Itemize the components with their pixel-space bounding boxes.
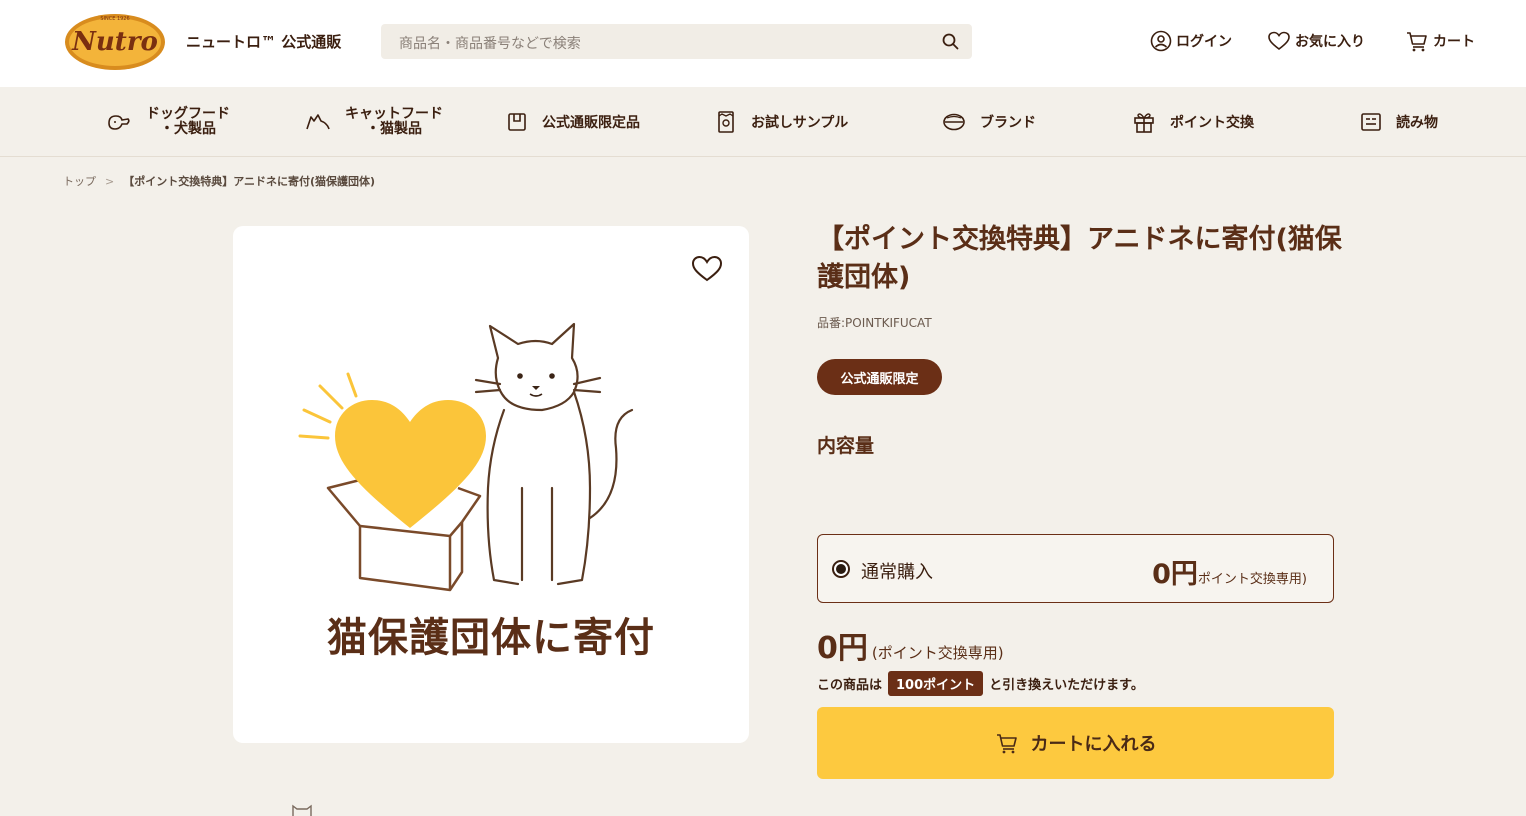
brand-name[interactable]: ニュートロ™ 公式通販: [186, 31, 341, 52]
svg-text:Nutro: Nutro: [71, 27, 158, 57]
nav-item-samples[interactable]: お試しサンプル: [715, 87, 848, 157]
article-icon: [1361, 113, 1381, 131]
svg-text:SINCE 1926: SINCE 1926: [100, 16, 129, 22]
cart-icon: [996, 734, 1017, 754]
nav-item-articles[interactable]: 読み物: [1360, 87, 1438, 157]
points-suffix: と引き換えいただけます。: [989, 678, 1144, 693]
add-to-cart-button[interactable]: カートに入れる: [817, 707, 1334, 779]
points-value: 100ポイント: [888, 671, 984, 696]
purchase-option-regular[interactable]: 通常購入 0円 ポイント交換専用): [817, 534, 1334, 603]
search-icon[interactable]: [940, 31, 962, 53]
nav-articles-label: 読み物: [1396, 115, 1438, 131]
nav-brand-label: ブランド: [980, 115, 1036, 131]
cat-thumbnail-icon[interactable]: [289, 802, 315, 816]
price-value: 0円: [817, 631, 868, 666]
product-price: 0円 (ポイント交換専用): [817, 623, 1004, 667]
nav-item-limited[interactable]: 公式通販限定品: [506, 87, 640, 157]
nav-limited-label: 公式通販限定品: [542, 115, 640, 131]
nav-dog-line2: ・犬製品: [160, 121, 216, 137]
purchase-radio[interactable]: [832, 560, 850, 578]
price-note: (ポイント交換専用): [871, 644, 1004, 662]
search-input[interactable]: 商品名・商品番号などで検索: [399, 33, 581, 53]
breadcrumb: トップ > 【ポイント交換特典】アニドネに寄付(猫保護団体): [63, 173, 375, 189]
option-price-value: 0円: [1152, 559, 1198, 590]
favorites-link[interactable]: お気に入り: [1267, 30, 1365, 52]
gift-icon: [1134, 113, 1154, 133]
user-icon: [1150, 30, 1172, 52]
login-link[interactable]: ログイン: [1150, 30, 1232, 52]
nav-dog-line1: ドッグフード: [146, 106, 230, 122]
option-price: 0円 ポイント交換専用): [1152, 552, 1307, 591]
cart-label: カート: [1433, 34, 1475, 50]
nav-item-dog-food[interactable]: ドッグフード ・犬製品: [106, 87, 230, 157]
image-caption: 猫保護団体に寄付: [327, 615, 655, 661]
cart-link[interactable]: カート: [1405, 30, 1475, 52]
donation-illustration: [298, 322, 634, 592]
category-nav: ドッグフード ・犬製品 キャットフード ・猫製品 公式通販限定品 お試しサンプル: [0, 87, 1526, 157]
add-to-cart-label: カートに入れる: [1030, 734, 1157, 755]
login-label: ログイン: [1176, 34, 1232, 50]
heart-icon: [1268, 31, 1290, 51]
sample-bag-icon: [718, 111, 734, 133]
nav-item-brand[interactable]: ブランド: [942, 87, 1036, 157]
favorite-heart-icon[interactable]: [690, 254, 724, 284]
nav-cat-line2: ・猫製品: [366, 121, 422, 137]
brand-icon: [943, 113, 965, 131]
cart-icon: [1407, 32, 1427, 52]
points-note: この商品は 100ポイント と引き換えいただけます。: [817, 671, 1144, 696]
favorites-label: お気に入り: [1295, 34, 1365, 50]
volume-label: 内容量: [817, 435, 875, 457]
limited-badge: 公式通販限定: [817, 359, 942, 395]
product-sku: 品番:POINTKIFUCAT: [817, 316, 932, 330]
nav-points-label: ポイント交換: [1170, 115, 1254, 131]
breadcrumb-current: 【ポイント交換特典】アニドネに寄付(猫保護団体): [123, 175, 376, 188]
points-prefix: この商品は: [817, 678, 883, 693]
site-header: Nutro SINCE 1926 ニュートロ™ 公式通販 商品名・商品番号などで…: [0, 0, 1526, 87]
option-price-note: ポイント交換専用): [1197, 572, 1307, 587]
nav-item-points[interactable]: ポイント交換: [1132, 87, 1254, 157]
dog-icon: [108, 115, 130, 130]
nav-samples-label: お試しサンプル: [751, 115, 849, 131]
breadcrumb-separator: >: [105, 174, 115, 188]
cat-icon: [306, 114, 330, 130]
product-title: 【ポイント交換特典】アニドネに寄付(猫保護団体): [817, 224, 1342, 293]
nutro-logo[interactable]: Nutro SINCE 1926: [63, 8, 167, 72]
breadcrumb-home[interactable]: トップ: [63, 173, 96, 189]
heart-icon: [335, 400, 486, 528]
box-icon: [508, 113, 526, 131]
search-bar[interactable]: 商品名・商品番号などで検索: [381, 24, 972, 59]
nav-cat-line1: キャットフード: [345, 106, 443, 122]
purchase-option-label: 通常購入: [861, 562, 933, 583]
nav-item-cat-food[interactable]: キャットフード ・猫製品: [305, 87, 443, 157]
